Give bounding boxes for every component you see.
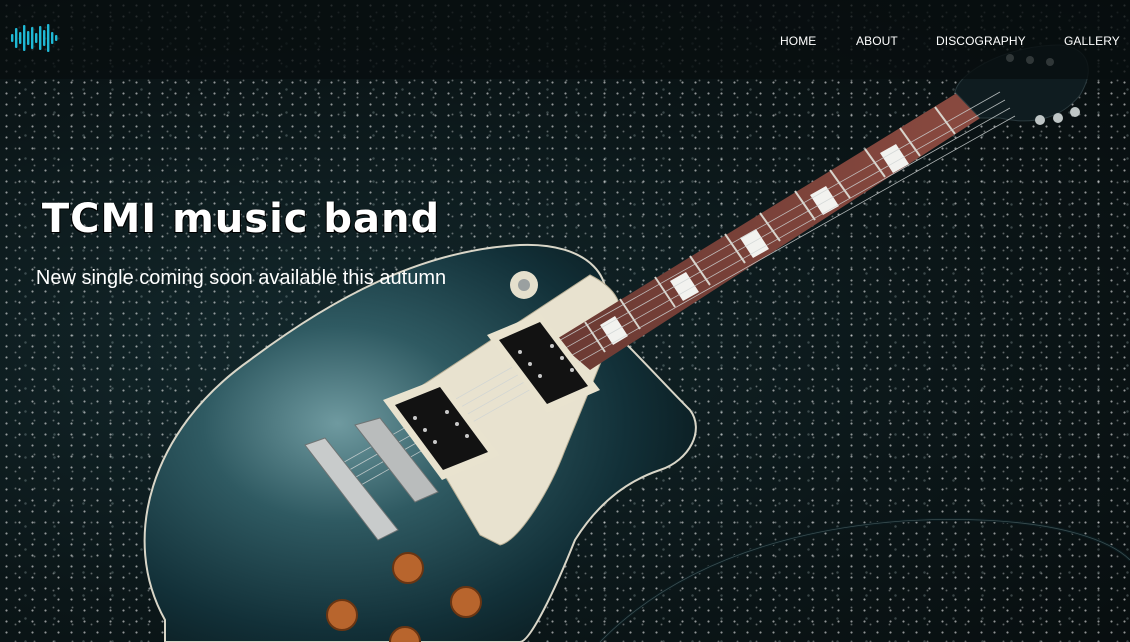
nav-about-link[interactable]: ABOUT [856,34,898,48]
nav-gallery-link[interactable]: GALLERY [1064,34,1120,48]
hero-subtitle: New single coming soon available this au… [35,267,447,289]
hero-section: HOME ABOUT DISCOGRAPHY GALLERY TCMI musi… [0,0,1130,642]
hero-title: TCMI music band [41,196,441,242]
top-navbar: HOME ABOUT DISCOGRAPHY GALLERY [0,0,1130,79]
nav-discography-link[interactable]: DISCOGRAPHY [936,34,1026,48]
soundwave-icon[interactable] [10,22,58,54]
guitar-image [143,44,1130,642]
nav-home-link[interactable]: HOME [780,34,816,48]
